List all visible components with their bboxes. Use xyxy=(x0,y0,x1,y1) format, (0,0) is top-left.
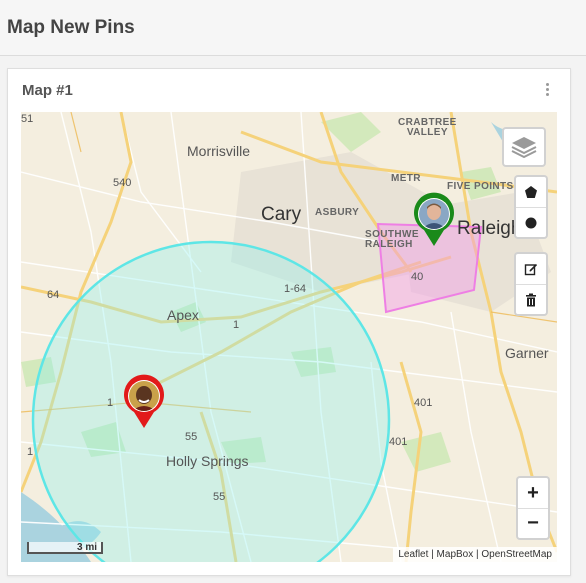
circle-icon xyxy=(525,217,537,228)
layers-control[interactable] xyxy=(502,127,546,167)
label-holly-springs: Holly Springs xyxy=(166,453,249,469)
avatar xyxy=(419,199,449,229)
label-five-points: FIVE POINTS xyxy=(447,181,514,192)
map[interactable]: CRABTREE VALLEY Morrisville 540 METR FIVE… xyxy=(21,112,557,562)
attribution-mapbox-link[interactable]: MapBox xyxy=(437,549,474,560)
label-route-1-64: 1-64 xyxy=(284,283,307,295)
page-title: Map New Pins xyxy=(7,17,135,38)
draw-polygon-button[interactable] xyxy=(516,177,546,207)
attribution-osm-link[interactable]: OpenStreetMap xyxy=(481,549,552,560)
avatar xyxy=(129,381,159,411)
map-pin-red[interactable] xyxy=(122,374,166,430)
map-card: Map #1 CRABTREE VALLEY Morrisville 540 M… xyxy=(7,68,571,576)
card-menu-icon[interactable] xyxy=(546,83,550,97)
label-garner: Garner xyxy=(505,345,549,361)
label-raleigh: Raleigh xyxy=(457,218,522,239)
label-route-401: 401 xyxy=(389,436,408,448)
layers-icon[interactable] xyxy=(504,129,544,165)
map-attribution: Leaflet | MapBox | OpenStreetMap xyxy=(393,547,557,562)
page-header: Map New Pins xyxy=(0,0,586,56)
label-crabtree-valley: CRABTREE VALLEY xyxy=(398,117,457,138)
label-route-64: 64 xyxy=(47,289,60,301)
label-metro: METR xyxy=(391,173,421,184)
label-asbury: ASBURY xyxy=(315,207,360,218)
label-route-55: 55 xyxy=(185,431,198,443)
map-tiles xyxy=(21,112,557,562)
label-route-1: 1 xyxy=(233,319,240,331)
label-route-1: 1 xyxy=(107,397,114,409)
delete-layers-button[interactable] xyxy=(516,284,546,314)
pentagon-icon xyxy=(525,186,537,198)
edit-layers-button[interactable] xyxy=(516,254,546,284)
label-edge-51: 51 xyxy=(21,113,34,125)
card-title: Map #1 xyxy=(22,82,73,99)
scale-bar: 3 mi xyxy=(27,542,103,554)
attribution-leaflet-link[interactable]: Leaflet xyxy=(398,549,428,560)
label-apex: Apex xyxy=(167,307,199,323)
label-route-540: 540 xyxy=(113,177,132,189)
label-route-55: 55 xyxy=(213,491,226,503)
map-pin-green[interactable] xyxy=(412,192,456,248)
draw-toolbar xyxy=(514,175,548,239)
label-route-1: 1 xyxy=(27,446,34,458)
edit-icon xyxy=(524,263,538,276)
label-route-401: 401 xyxy=(414,397,433,409)
zoom-control: + − xyxy=(516,476,550,540)
trash-icon xyxy=(526,293,536,306)
label-route-40: 40 xyxy=(411,271,424,283)
attribution-separator: | xyxy=(428,549,437,560)
label-morrisville: Morrisville xyxy=(187,143,250,159)
edit-toolbar xyxy=(514,252,548,316)
label-cary: Cary xyxy=(261,204,302,225)
draw-circle-button[interactable] xyxy=(516,207,546,237)
label-southwest-raleigh: SOUTHWE RALEIGH xyxy=(365,229,419,250)
zoom-out-button[interactable]: − xyxy=(518,508,548,538)
zoom-in-button[interactable]: + xyxy=(518,478,548,508)
